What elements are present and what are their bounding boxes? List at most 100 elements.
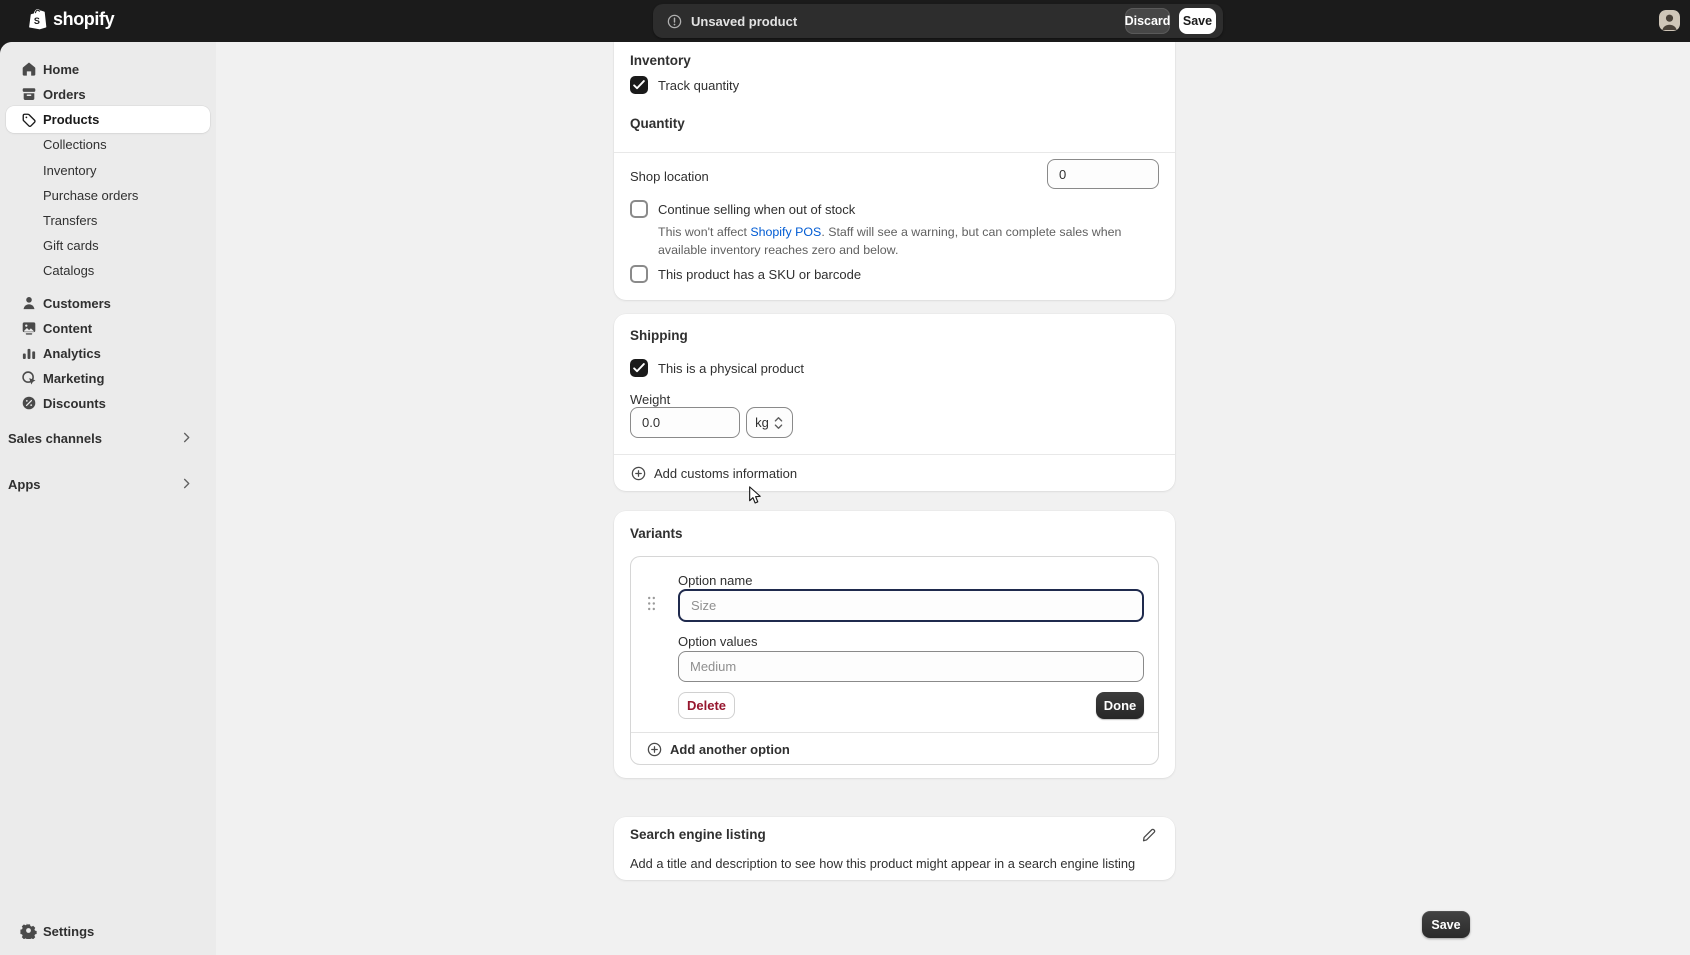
tag-icon bbox=[20, 111, 38, 129]
sidebar-item-marketing[interactable]: Marketing bbox=[6, 365, 210, 391]
sidebar-item-label: Customers bbox=[43, 296, 111, 311]
option-name-input[interactable] bbox=[678, 589, 1144, 622]
sidebar-item-label: Home bbox=[43, 62, 79, 77]
discounts-icon bbox=[20, 394, 38, 412]
variant-option-editor: Option name Option values Delete Done Ad… bbox=[630, 556, 1159, 765]
sidebar-item-inventory[interactable]: Inventory bbox=[6, 157, 210, 183]
sidebar-item-customers[interactable]: Customers bbox=[6, 290, 210, 316]
weight-input[interactable] bbox=[630, 407, 740, 438]
sidebar-item-label: Content bbox=[43, 321, 92, 336]
done-button[interactable]: Done bbox=[1096, 692, 1144, 719]
sidebar-item-label: Orders bbox=[43, 87, 86, 102]
unsaved-alert-icon bbox=[666, 13, 683, 35]
sku-label[interactable]: This product has a SKU or barcode bbox=[658, 267, 861, 282]
chevron-right-icon bbox=[179, 430, 194, 450]
sidebar-item-label: Transfers bbox=[43, 213, 97, 228]
drag-handle[interactable] bbox=[646, 595, 657, 617]
sidebar-item-gift-cards[interactable]: Gift cards bbox=[6, 232, 210, 258]
seo-description: Add a title and description to see how t… bbox=[630, 856, 1135, 871]
shopify-wordmark: shopify bbox=[53, 9, 114, 30]
inventory-card: Inventory Track quantity Quantity Shop l… bbox=[614, 42, 1175, 300]
help-text-before: This won't affect bbox=[658, 225, 750, 239]
shipping-card: Shipping This is a physical product Weig… bbox=[614, 314, 1175, 491]
seo-title: Search engine listing bbox=[630, 827, 766, 842]
sidebar-section-sales-channels[interactable]: Sales channels bbox=[8, 426, 208, 450]
sidebar-section-apps[interactable]: Apps bbox=[8, 472, 208, 496]
delete-option-button[interactable]: Delete bbox=[678, 692, 735, 719]
apps-label: Apps bbox=[8, 477, 41, 492]
continue-selling-label[interactable]: Continue selling when out of stock bbox=[658, 202, 855, 217]
workspace: Home Orders Products Collections Invento… bbox=[0, 42, 1690, 955]
add-another-option-button[interactable]: Add another option bbox=[646, 741, 790, 758]
sidebar-item-label: Analytics bbox=[43, 346, 101, 361]
sidebar-item-label: Collections bbox=[43, 137, 107, 152]
svg-text:S: S bbox=[34, 16, 40, 26]
sidebar-item-label: Settings bbox=[43, 924, 94, 939]
option-name-label: Option name bbox=[678, 573, 752, 588]
plus-circle-icon bbox=[630, 465, 647, 482]
plus-circle-icon bbox=[646, 741, 663, 758]
sidebar-item-purchase-orders[interactable]: Purchase orders bbox=[6, 182, 210, 208]
edit-pencil-icon[interactable] bbox=[1141, 826, 1158, 848]
page-save-button[interactable]: Save bbox=[1422, 911, 1470, 938]
sidebar-item-label: Catalogs bbox=[43, 263, 94, 278]
sidebar-item-label: Marketing bbox=[43, 371, 104, 386]
physical-product-label[interactable]: This is a physical product bbox=[658, 361, 804, 376]
variants-title: Variants bbox=[630, 526, 683, 541]
option-values-input[interactable] bbox=[678, 651, 1144, 682]
save-bar-status: Unsaved product bbox=[691, 14, 797, 29]
sidebar-item-orders[interactable]: Orders bbox=[6, 81, 210, 107]
shopify-pos-link[interactable]: Shopify POS bbox=[750, 225, 821, 239]
gear-icon bbox=[20, 922, 38, 940]
sidebar-item-label: Inventory bbox=[43, 163, 96, 178]
sidebar-item-label: Purchase orders bbox=[43, 188, 138, 203]
marketing-icon bbox=[20, 369, 38, 387]
shop-location-label: Shop location bbox=[630, 169, 709, 184]
shop-location-quantity-input[interactable] bbox=[1047, 159, 1159, 189]
sidebar-item-analytics[interactable]: Analytics bbox=[6, 340, 210, 366]
shopify-logo[interactable]: S shopify bbox=[28, 8, 114, 31]
shopify-bag-icon: S bbox=[28, 8, 47, 31]
user-avatar[interactable] bbox=[1659, 10, 1680, 31]
analytics-icon bbox=[20, 344, 38, 362]
add-another-option-label: Add another option bbox=[670, 742, 790, 757]
orders-icon bbox=[20, 85, 38, 103]
sku-checkbox[interactable] bbox=[630, 265, 648, 283]
divider bbox=[614, 152, 1175, 153]
discard-button[interactable]: Discard bbox=[1125, 8, 1170, 34]
sidebar-item-collections[interactable]: Collections bbox=[6, 131, 210, 157]
quantity-heading: Quantity bbox=[630, 116, 685, 131]
select-arrows-icon bbox=[773, 415, 784, 431]
seo-card: Search engine listing Add a title and de… bbox=[614, 817, 1175, 880]
sales-channels-label: Sales channels bbox=[8, 431, 102, 446]
save-bar-save-button[interactable]: Save bbox=[1179, 8, 1216, 34]
track-quantity-checkbox[interactable] bbox=[630, 76, 648, 94]
content-icon bbox=[20, 319, 38, 337]
sidebar-item-home[interactable]: Home bbox=[6, 56, 210, 82]
shipping-title: Shipping bbox=[630, 328, 688, 343]
weight-label: Weight bbox=[630, 392, 670, 407]
customers-icon bbox=[20, 294, 38, 312]
track-quantity-label[interactable]: Track quantity bbox=[658, 78, 739, 93]
continue-selling-help: This won't affect Shopify POS. Staff wil… bbox=[658, 223, 1159, 259]
add-customs-button[interactable]: Add customs information bbox=[630, 465, 797, 482]
variants-card: Variants Option name Option values Delet… bbox=[614, 511, 1175, 778]
sidebar-item-label: Gift cards bbox=[43, 238, 99, 253]
inventory-title: Inventory bbox=[630, 53, 691, 68]
continue-selling-checkbox[interactable] bbox=[630, 200, 648, 218]
sidebar-item-catalogs[interactable]: Catalogs bbox=[6, 257, 210, 283]
sidebar-item-transfers[interactable]: Transfers bbox=[6, 207, 210, 233]
contextual-save-bar: Unsaved product Discard Save bbox=[653, 4, 1223, 38]
sidebar-item-content[interactable]: Content bbox=[6, 315, 210, 341]
sidebar-nav: Home Orders Products Collections Invento… bbox=[0, 42, 216, 955]
sidebar-item-label: Products bbox=[43, 112, 99, 127]
sidebar-item-settings[interactable]: Settings bbox=[6, 918, 210, 944]
add-customs-label: Add customs information bbox=[654, 466, 797, 481]
weight-unit-select[interactable]: kg bbox=[746, 407, 793, 438]
sidebar-item-discounts[interactable]: Discounts bbox=[6, 390, 210, 416]
main-content: Inventory Track quantity Quantity Shop l… bbox=[216, 42, 1690, 955]
divider bbox=[614, 454, 1175, 455]
option-values-label: Option values bbox=[678, 634, 758, 649]
physical-product-checkbox[interactable] bbox=[630, 359, 648, 377]
sidebar-item-products[interactable]: Products bbox=[6, 106, 210, 133]
